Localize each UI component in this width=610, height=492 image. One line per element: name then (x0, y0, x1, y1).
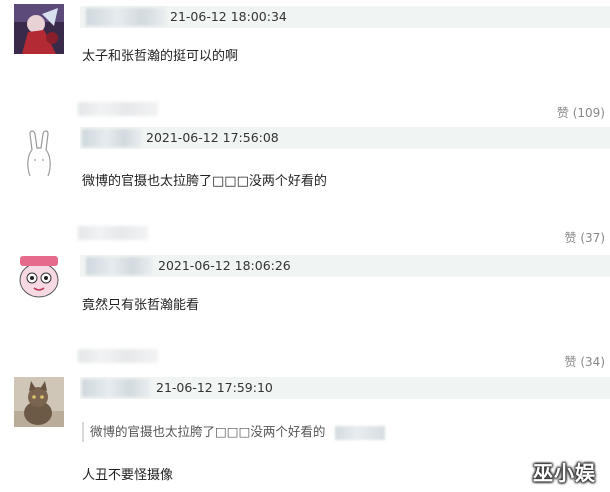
cartoon-face-avatar-icon[interactable] (14, 250, 64, 300)
anime-character-avatar-icon[interactable] (14, 4, 64, 54)
quoted-comment-text: 微博的官摄也太拉胯了□□□没两个好看的 (90, 424, 326, 439)
blurred-reply-info (78, 349, 158, 363)
comment-timestamp: 2021-06-12 18:06:26 (158, 258, 291, 273)
comment-meta-bar: 21-06-12 17:59:10 (80, 377, 610, 399)
like-count[interactable]: 赞 (37) (565, 229, 605, 246)
rabbit-doodle-avatar-icon[interactable] (14, 128, 64, 178)
blurred-username[interactable] (86, 257, 152, 275)
blurred-username[interactable] (82, 379, 150, 397)
comment-meta-bar: 2021-06-12 17:56:08 (80, 127, 610, 149)
blurred-reply-info (78, 102, 158, 116)
like-count[interactable]: 赞 (34) (565, 353, 605, 370)
watermark: 巫小娱 (533, 461, 596, 485)
comment-text: 微博的官摄也太拉胯了□□□没两个好看的 (82, 174, 327, 189)
comment-text: 竟然只有张哲瀚能看 (82, 298, 200, 313)
comment-meta-bar: 21-06-12 18:00:34 (80, 6, 610, 28)
blurred-reply-info (78, 226, 148, 240)
cat-photo-avatar-icon[interactable] (14, 377, 64, 427)
comment-timestamp: 21-06-12 18:00:34 (170, 9, 287, 24)
comment-text: 太子和张哲瀚的挺可以的啊 (82, 49, 239, 64)
quoted-comment: 微博的官摄也太拉胯了□□□没两个好看的 (82, 422, 386, 442)
like-count[interactable]: 赞 (109) (557, 104, 605, 121)
blurred-quoted-username (335, 425, 386, 440)
comment-timestamp: 2021-06-12 17:56:08 (146, 130, 279, 145)
comment-meta-bar: 2021-06-12 18:06:26 (80, 255, 610, 277)
blurred-username[interactable] (86, 8, 166, 26)
comment-text: 人丑不要怪摄像 (82, 468, 174, 483)
comment-timestamp: 21-06-12 17:59:10 (156, 380, 273, 395)
blurred-username[interactable] (82, 129, 142, 147)
